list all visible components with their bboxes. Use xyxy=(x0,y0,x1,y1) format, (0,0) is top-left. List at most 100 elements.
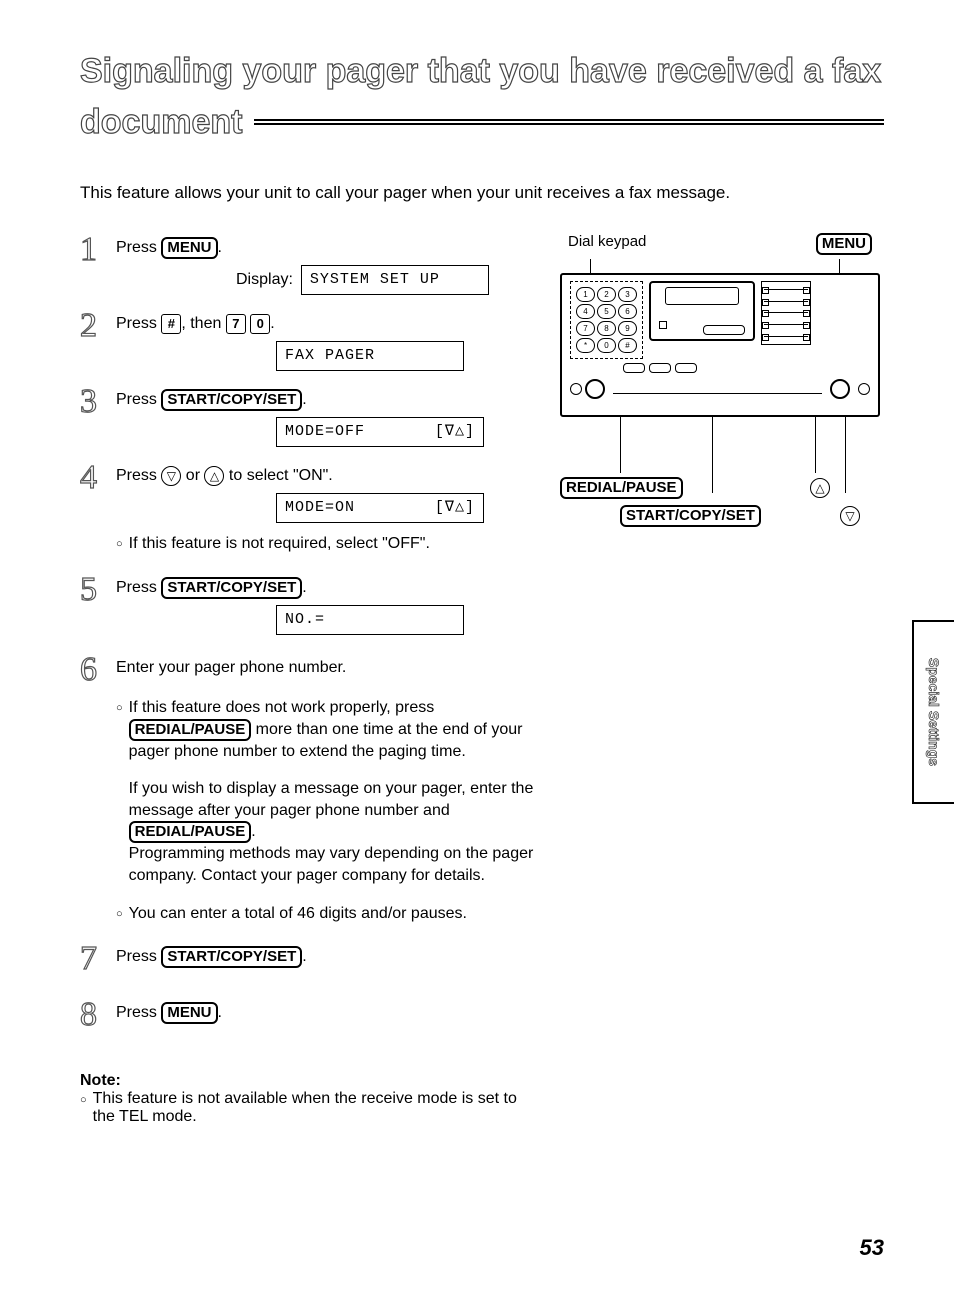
up-arrow-key: △ xyxy=(204,466,224,486)
display-symbol: [∇△] xyxy=(435,498,475,518)
bullet-text: You can enter a total of 46 digits and/o… xyxy=(129,903,540,925)
keypad-icon: 123 456 789 *0# xyxy=(570,281,643,359)
step-text: . xyxy=(302,948,306,965)
step-text: Press xyxy=(116,315,161,332)
step-text: , then xyxy=(181,315,225,332)
down-arrow-key: ▽ xyxy=(161,466,181,486)
step-text: . xyxy=(302,579,306,596)
step-text: Press xyxy=(116,467,161,484)
leader-line xyxy=(712,415,713,493)
leader-line xyxy=(839,259,840,273)
display-value: MODE=ON [∇△] xyxy=(276,493,484,523)
display-value: NO.= xyxy=(276,605,464,635)
bullet-icon: ○ xyxy=(116,697,123,762)
note-block: Note: ○ This feature is not available wh… xyxy=(80,1072,540,1126)
start-copy-set-key: START/COPY/SET xyxy=(161,389,302,411)
step-text: Press xyxy=(116,948,161,965)
start-copy-set-key: START/COPY/SET xyxy=(161,946,302,968)
round-button-icon xyxy=(830,379,850,399)
bullet-icon: ○ xyxy=(80,1090,87,1126)
lcd-icon xyxy=(649,281,755,341)
step-5: 5 Press START/COPY/SET. NO.= xyxy=(80,573,540,635)
diagram-label-redial-pause: REDIAL/PAUSE xyxy=(560,477,683,499)
step-4-bullet: ○ If this feature is not required, selec… xyxy=(116,533,540,555)
step-text: . xyxy=(218,239,222,256)
side-tab: Special Settings xyxy=(912,620,954,804)
display-text: MODE=OFF xyxy=(285,422,365,442)
bullet-icon: ○ xyxy=(116,533,123,555)
device-diagram: 123 456 789 *0# xyxy=(560,273,880,417)
leader-line xyxy=(620,415,621,473)
button-row-icon xyxy=(450,363,870,373)
step-text: Press xyxy=(116,579,161,596)
step-text: or xyxy=(181,467,204,484)
page-title-line-2: document xyxy=(80,101,242,144)
diagram-bottom-labels: REDIAL/PAUSE △ START/COPY/SET ▽ xyxy=(560,477,880,527)
redial-pause-key: REDIAL/PAUSE xyxy=(129,821,252,843)
start-copy-set-key: START/COPY/SET xyxy=(161,577,302,599)
step-text: Press xyxy=(116,1004,161,1021)
small-round-icon xyxy=(858,383,870,395)
bullet-text: If this feature is not required, select … xyxy=(129,533,540,555)
display-value: FAX PAGER xyxy=(276,341,464,371)
step-number: 3 xyxy=(80,385,116,419)
redial-pause-key: REDIAL/PAUSE xyxy=(129,719,252,741)
bullet-icon: ○ xyxy=(116,903,123,925)
page-number: 53 xyxy=(860,1235,884,1261)
step-number: 6 xyxy=(80,653,116,687)
display-value: MODE=OFF [∇△] xyxy=(276,417,484,447)
display-label: Display: xyxy=(236,269,293,291)
step-4: 4 Press ▽ or △ to select "ON". MODE=ON [… xyxy=(80,461,540,523)
up-arrow-icon: △ xyxy=(810,478,830,498)
page-title-line-1: Signaling your pager that you have recei… xyxy=(80,50,884,93)
step-text: to select "ON". xyxy=(224,467,332,484)
diagram-label-dial-keypad: Dial keypad xyxy=(568,233,646,255)
step-number: 2 xyxy=(80,309,116,343)
note-heading: Note: xyxy=(80,1072,540,1090)
bullet-text: If this feature does not work properly, … xyxy=(129,697,540,762)
step-text: Press xyxy=(116,239,161,256)
display-text: MODE=ON xyxy=(285,498,355,518)
step-text: Enter your pager phone number. xyxy=(116,659,346,676)
diagram-label-start-copy-set: START/COPY/SET xyxy=(620,505,761,527)
side-tab-label: Special Settings xyxy=(926,658,942,766)
note-text: This feature is not available when the r… xyxy=(93,1090,540,1126)
display-symbol: [∇△] xyxy=(435,422,475,442)
step-7: 7 Press START/COPY/SET. xyxy=(80,942,540,976)
diagram-column: Dial keypad MENU 123 456 789 *0# xyxy=(560,233,880,529)
para-text: If you wish to display a message on your… xyxy=(129,778,540,886)
step-6: 6 Enter your pager phone number. xyxy=(80,653,540,687)
step-3: 3 Press START/COPY/SET. MODE=OFF [∇△] xyxy=(80,385,540,447)
step-text: Press xyxy=(116,391,161,408)
small-round-icon xyxy=(570,383,582,395)
step-number: 5 xyxy=(80,573,116,607)
menu-key: MENU xyxy=(161,1002,217,1024)
front-line xyxy=(613,393,822,394)
step-number: 8 xyxy=(80,998,116,1032)
menu-key: MENU xyxy=(161,237,217,259)
title-rule xyxy=(254,119,884,125)
step-text: . xyxy=(270,315,274,332)
step-6-para-2: ○ If you wish to display a message on yo… xyxy=(116,778,540,886)
step-number: 4 xyxy=(80,461,116,495)
step-1: 1 Press MENU. Display: SYSTEM SET UP xyxy=(80,233,540,295)
step-text: . xyxy=(302,391,306,408)
step-text: . xyxy=(218,1004,222,1021)
round-button-icon xyxy=(585,379,605,399)
display-value: SYSTEM SET UP xyxy=(301,265,489,295)
intro-text: This feature allows your unit to call yo… xyxy=(80,183,884,203)
step-number: 1 xyxy=(80,233,116,267)
hash-key: # xyxy=(161,314,181,334)
step-number: 7 xyxy=(80,942,116,976)
t: If you wish to display a message on your… xyxy=(129,780,534,819)
leader-line xyxy=(815,415,816,473)
step-6-bullet-3: ○ You can enter a total of 46 digits and… xyxy=(116,903,540,925)
step-6-bullet-1: ○ If this feature does not work properly… xyxy=(116,697,540,762)
diagram-label-menu: MENU xyxy=(816,233,872,255)
one-touch-keys-icon xyxy=(761,281,811,345)
step-8: 8 Press MENU. xyxy=(80,998,540,1032)
down-arrow-icon: ▽ xyxy=(840,506,860,526)
leader-line xyxy=(845,415,846,493)
step-2: 2 Press #, then 7 0. FAX PAGER xyxy=(80,309,540,371)
key-0: 0 xyxy=(250,314,270,334)
